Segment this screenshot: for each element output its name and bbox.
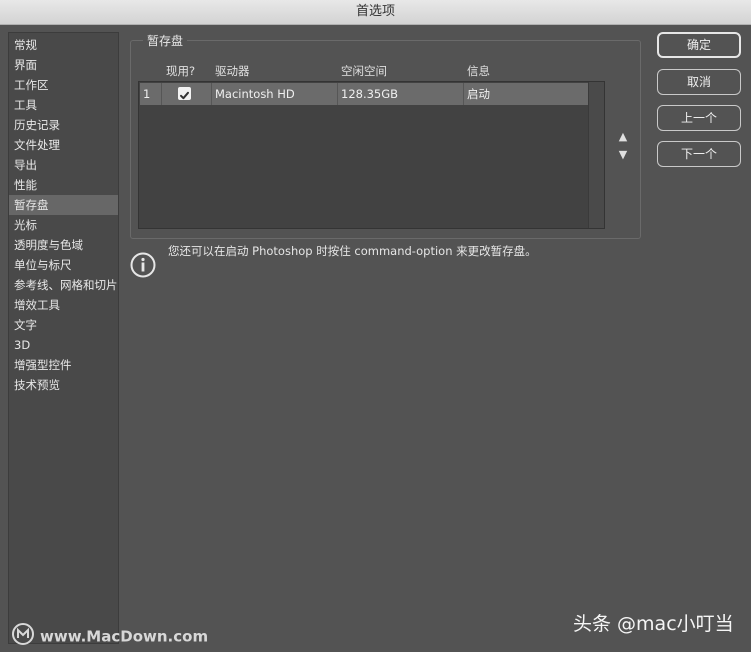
macdown-logo-icon (12, 623, 34, 651)
window-title: 首选项 (0, 0, 751, 25)
next-button[interactable]: 下一个 (657, 141, 741, 167)
sidebar-item-tools[interactable]: 工具 (9, 95, 118, 115)
table-row[interactable]: 1 Macintosh HD 128.35GB 启动 (140, 83, 589, 105)
sidebar-item-type[interactable]: 文字 (9, 315, 118, 335)
group-title: 暂存盘 (143, 34, 188, 48)
sidebar-item-file-handling[interactable]: 文件处理 (9, 135, 118, 155)
scratch-disk-table[interactable]: 1 Macintosh HD 128.35GB 启动 (138, 81, 605, 229)
cancel-button[interactable]: 取消 (657, 69, 741, 95)
sidebar-item-history-log[interactable]: 历史记录 (9, 115, 118, 135)
sidebar-item-technology-previews[interactable]: 技术预览 (9, 375, 118, 395)
row-info: 启动 (467, 87, 490, 101)
info-text: 您还可以在启动 Photoshop 时按住 command-option 来更改… (168, 244, 537, 258)
row-drive: Macintosh HD (212, 83, 338, 105)
sidebar-item-3d[interactable]: 3D (9, 335, 118, 355)
info-circle-icon (130, 252, 156, 278)
preferences-sidebar: 常规 界面 工作区 工具 历史记录 文件处理 导出 性能 暂存盘 光标 透明度与… (8, 32, 119, 644)
sidebar-item-enhanced-controls[interactable]: 增强型控件 (9, 355, 118, 375)
watermark-right: 头条 @mac小叮当 (573, 613, 734, 635)
row-free-space: 128.35GB (338, 83, 464, 105)
column-header-active: 现用? (166, 64, 196, 78)
column-header-free-space: 空闲空间 (341, 64, 387, 78)
sidebar-item-cursors[interactable]: 光标 (9, 215, 118, 235)
active-checkbox[interactable] (178, 87, 191, 100)
sidebar-item-interface[interactable]: 界面 (9, 55, 118, 75)
watermark-left-text: www.MacDown.com (40, 627, 209, 646)
prev-button[interactable]: 上一个 (657, 105, 741, 131)
triangle-down-icon[interactable]: ▼ (616, 149, 630, 161)
watermark-left: www.MacDown.com (12, 623, 209, 646)
table-scrollbar[interactable] (588, 82, 604, 228)
sidebar-item-general[interactable]: 常规 (9, 35, 118, 55)
sidebar-item-scratch-disks[interactable]: 暂存盘 (9, 195, 118, 215)
checkmark-icon (180, 91, 189, 100)
sidebar-item-guides-grid-slices[interactable]: 参考线、网格和切片 (9, 275, 118, 295)
sidebar-item-performance[interactable]: 性能 (9, 175, 118, 195)
column-header-info: 信息 (467, 64, 490, 78)
sidebar-item-transparency-gamut[interactable]: 透明度与色域 (9, 235, 118, 255)
sidebar-item-plugins[interactable]: 增效工具 (9, 295, 118, 315)
row-index: 1 (140, 83, 162, 105)
triangle-up-icon[interactable]: ▲ (616, 131, 630, 143)
column-header-drive: 驱动器 (215, 64, 250, 78)
sidebar-item-units-rulers[interactable]: 单位与标尺 (9, 255, 118, 275)
ok-button[interactable]: 确定 (657, 32, 741, 58)
sidebar-item-export[interactable]: 导出 (9, 155, 118, 175)
sidebar-item-workspace[interactable]: 工作区 (9, 75, 118, 95)
